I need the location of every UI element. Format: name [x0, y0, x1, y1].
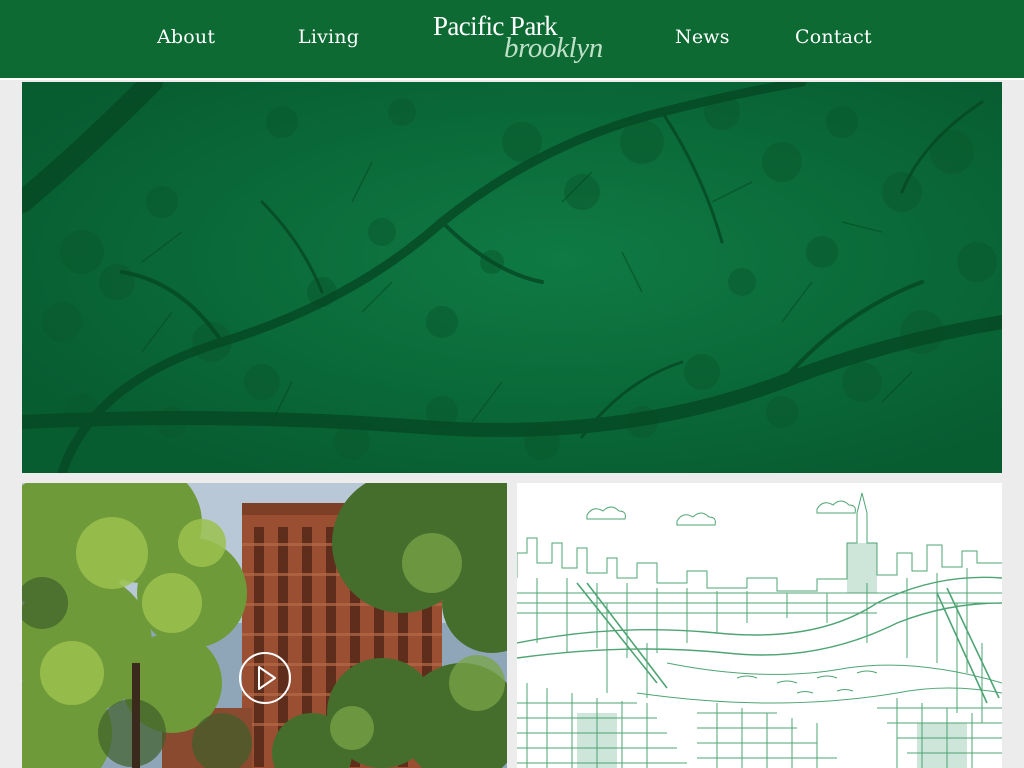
top-navigation-bar: About Living Pacific Park brooklyn News …: [0, 0, 1024, 80]
city-map-illustration: [517, 483, 1002, 768]
nav-contact-link[interactable]: Contact: [795, 24, 872, 50]
tree-canopy-illustration: [22, 82, 1002, 473]
pacific-park-logo[interactable]: Pacific Park brooklyn: [433, 12, 603, 68]
hero-image-tree-canopy: [22, 82, 1002, 473]
nav-living-link[interactable]: Living: [298, 24, 359, 50]
logo-wordmark-secondary: brooklyn: [504, 32, 603, 64]
nav-about-link[interactable]: About: [157, 24, 215, 50]
illustrated-city-map-tile[interactable]: [517, 483, 1002, 768]
video-tile-building[interactable]: [22, 483, 507, 768]
nav-news-link[interactable]: News: [675, 24, 730, 50]
building-photo: [22, 483, 507, 768]
play-icon[interactable]: [238, 651, 292, 705]
